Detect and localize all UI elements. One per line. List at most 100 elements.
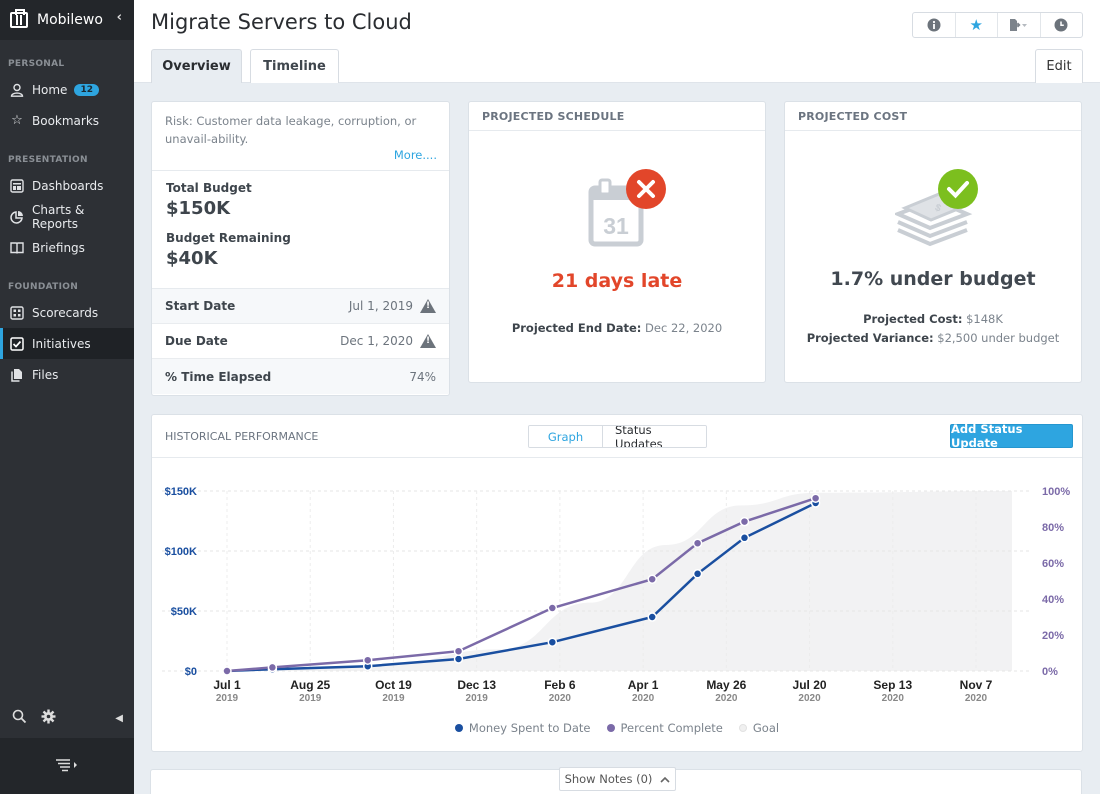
star-icon: ★ <box>969 16 983 34</box>
export-icon <box>1009 19 1027 31</box>
status-updates-toggle[interactable]: Status Updates <box>603 426 706 447</box>
bookmark-button[interactable]: ★ <box>956 13 998 37</box>
section-label: PERSONAL <box>8 59 65 69</box>
more-link[interactable]: More.... <box>394 146 437 164</box>
sidebar-item-scorecards[interactable]: Scorecards <box>0 297 134 328</box>
sidebar-item-label: Initiatives <box>32 336 91 351</box>
app-header[interactable]: Mobilewo ‹ <box>0 0 134 40</box>
export-button[interactable] <box>998 13 1041 37</box>
row-label: Due Date <box>165 334 228 348</box>
calendar-day: 31 <box>603 213 629 239</box>
chart-legend: Money Spent to Date Percent Complete Goa… <box>152 721 1082 735</box>
data-point <box>692 538 703 548</box>
data-point <box>647 574 657 584</box>
cost-value: $148K <box>966 312 1003 326</box>
x-tick-label: Feb 6 <box>544 678 576 692</box>
star-icon: ☆ <box>11 113 23 128</box>
gear-icon[interactable] <box>41 709 56 728</box>
data-point <box>647 612 657 622</box>
card-heading: PROJECTED SCHEDULE <box>469 102 765 131</box>
legend-dot <box>738 724 747 732</box>
data-point <box>692 569 703 579</box>
data-point <box>810 493 821 503</box>
sidebar-item-label: Briefings <box>32 240 85 255</box>
data-point <box>547 637 558 647</box>
tab-overview[interactable]: Overview <box>151 49 242 83</box>
budget-section: Total Budget $150K Budget Remaining $40K <box>152 171 449 289</box>
sidebar-item-label: Bookmarks <box>32 113 100 128</box>
legend-dot <box>606 724 615 732</box>
briefcase-icon <box>10 9 28 28</box>
sidebar-item-label: Scorecards <box>32 305 99 320</box>
info-button[interactable] <box>913 13 956 37</box>
app-name: Mobilewo <box>37 12 103 28</box>
history-icon <box>1054 18 1068 32</box>
user-icon <box>10 83 24 97</box>
legend-item-percent[interactable]: Percent Complete <box>606 721 723 735</box>
summary-card: Risk: Customer data leakage, corruption,… <box>151 101 450 396</box>
data-point <box>453 646 464 656</box>
history-button[interactable] <box>1041 13 1083 37</box>
y-right-tick-label: 80% <box>1042 522 1064 534</box>
x-tick-year: 2020 <box>965 693 988 704</box>
warning-icon <box>420 334 436 348</box>
notification-badge: 12 <box>74 83 99 96</box>
projected-variance: Projected Variance: $2,500 under budget <box>785 331 1081 345</box>
sidebar-item-files[interactable]: Files <box>0 359 134 390</box>
page-title: Migrate Servers to Cloud <box>151 10 412 34</box>
data-point <box>222 666 232 676</box>
sidebar-item-dashboards[interactable]: Dashboards <box>0 170 134 201</box>
legend-item-money[interactable]: Money Spent to Date <box>454 721 591 735</box>
risk-text: Risk: Customer data leakage, corruption,… <box>165 114 417 146</box>
y-left-tick-label: $100K <box>165 546 197 558</box>
add-status-update-button[interactable]: Add Status Update <box>950 422 1073 450</box>
sidebar-item-label: Dashboards <box>32 178 104 193</box>
sidebar-item-label: Charts & Reports <box>32 202 85 231</box>
total-budget-value: $150K <box>166 198 231 219</box>
projected-schedule-card: PROJECTED SCHEDULE 31 21 days late Proje… <box>468 101 766 383</box>
variance-label: Projected Variance: <box>806 331 934 345</box>
cost-label: Projected Cost: <box>863 312 963 326</box>
sidebar-item-charts-reports[interactable]: Charts & Reports <box>0 201 134 232</box>
search-icon[interactable] <box>12 709 27 728</box>
sidebar-bottom-bar <box>0 738 134 794</box>
legend-label: Percent Complete <box>620 721 723 735</box>
menu-expand-icon[interactable] <box>55 757 79 776</box>
tab-bar: Overview Timeline <box>151 49 339 83</box>
section-label: PRESENTATION <box>8 155 88 165</box>
x-tick-year: 2020 <box>715 693 738 704</box>
sidebar-footer: ◀ <box>0 698 134 738</box>
edit-button[interactable]: Edit <box>1035 49 1083 83</box>
tab-timeline[interactable]: Timeline <box>250 49 339 83</box>
on-budget-check-icon <box>938 169 978 209</box>
sidebar-item-briefings[interactable]: Briefings <box>0 232 134 263</box>
chevron-left-icon[interactable]: ‹ <box>117 10 122 25</box>
start-date-row: Start Date Jul 1, 2019 <box>152 289 449 324</box>
info-icon <box>927 18 941 32</box>
card-heading: HISTORICAL PERFORMANCE <box>165 430 319 443</box>
y-left-tick-label: $150K <box>165 486 197 498</box>
projected-cost-card: PROJECTED COST $ 1.7% under budget Proje… <box>784 101 1082 383</box>
due-date-row: Due Date Dec 1, 2020 <box>152 324 449 359</box>
show-notes-button[interactable]: Show Notes (0) <box>559 767 676 791</box>
sidebar-item-bookmarks[interactable]: ☆ Bookmarks <box>0 105 134 136</box>
sidebar-item-home[interactable]: Home 12 <box>0 74 134 105</box>
goal-area <box>227 491 1012 671</box>
y-right-tick-label: 100% <box>1042 486 1070 498</box>
graph-toggle[interactable]: Graph <box>529 426 603 447</box>
card-heading: PROJECTED COST <box>785 102 1081 131</box>
collapse-sidebar-icon[interactable]: ◀ <box>115 713 123 724</box>
sidebar-item-initiatives[interactable]: Initiatives <box>0 328 134 359</box>
y-right-tick-label: 20% <box>1042 630 1064 642</box>
sidebar: Mobilewo ‹ PERSONAL Home 12 ☆ Bookmarks … <box>0 0 134 794</box>
projected-end-date: Projected End Date: Dec 22, 2020 <box>469 321 765 335</box>
time-elapsed-row: % Time Elapsed 74% <box>152 359 449 394</box>
historical-performance-card: HISTORICAL PERFORMANCE Graph Status Upda… <box>151 414 1083 752</box>
legend-item-goal[interactable]: Goal <box>738 721 779 735</box>
end-date-value: Dec 22, 2020 <box>645 321 723 335</box>
data-point <box>739 516 750 527</box>
money-icon: $ <box>892 168 991 252</box>
sidebar-item-label: Home <box>32 82 68 97</box>
warning-icon <box>420 299 436 313</box>
x-tick-label: Jul 20 <box>793 678 827 692</box>
